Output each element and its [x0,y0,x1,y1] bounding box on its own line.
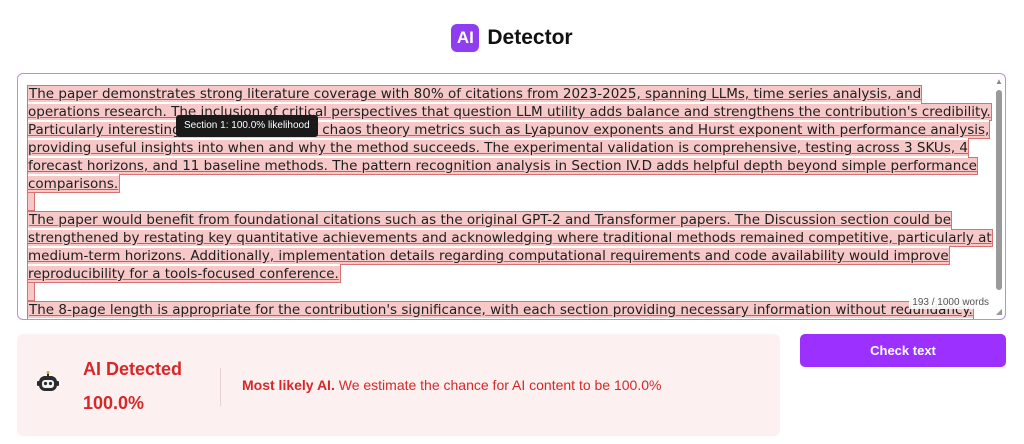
scroll-up-arrow-icon[interactable]: ▲ [995,78,1003,86]
scrollbar[interactable]: ▲ [995,78,1003,310]
scroll-thumb[interactable] [996,90,1002,290]
word-count: 193 / 1000 words [909,296,992,309]
text-editor[interactable]: The paper demonstrates strong literature… [17,73,1006,320]
blank-line [27,282,994,301]
app-title: Detector [487,26,573,49]
highlighted-paragraph-3[interactable]: The 8-page length is appropriate for the… [26,301,982,319]
result-panel: AI Detected 100.0% Most likely AI. We es… [17,334,780,436]
result-message-text: We estimate the chance for AI content to… [338,377,662,393]
app-header: AI Detector [0,20,1024,56]
result-message: Most likely AI. We estimate the chance f… [242,377,661,393]
highlighted-paragraph-2[interactable]: The paper would benefit from foundationa… [27,211,993,283]
highlighted-paragraph-1[interactable]: The paper demonstrates strong literature… [27,85,992,193]
logo-badge: AI [451,24,480,52]
divider [220,368,221,406]
section-tooltip: Section 1: 100.0% likelihood [176,115,318,137]
blank-line [27,192,994,211]
result-message-bold: Most likely AI. [242,377,335,393]
editor-content[interactable]: The paper demonstrates strong literature… [26,85,994,319]
result-title: AI Detected [83,359,183,379]
result-score: 100.0% [83,393,145,413]
resize-handle-icon[interactable]: ◢ [996,307,1002,316]
check-text-button[interactable]: Check text [800,334,1006,367]
robot-icon [37,371,59,391]
